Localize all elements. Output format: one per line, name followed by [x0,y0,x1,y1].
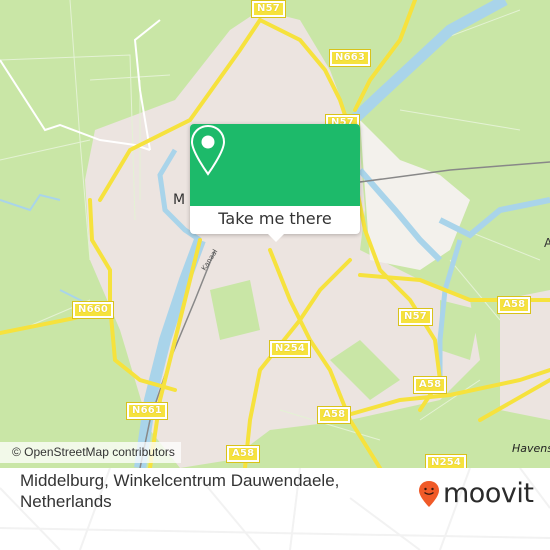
map-attribution[interactable]: © OpenStreetMap contributors [0,442,181,463]
moovit-logo[interactable]: moovit [418,478,534,509]
road-shield-a58: A58 [412,376,448,394]
location-popup: Take me there [190,124,360,242]
road-shield-n661: N661 [125,402,169,420]
road-shield-a58: A58 [496,296,532,314]
road-shield-a58: A58 [316,406,352,424]
urban-east [360,120,470,270]
take-me-there-button[interactable]: Take me there [190,206,360,234]
footer: Middelburg, Winkelcentrum Dauwendaele, N… [0,468,550,550]
map-view[interactable]: N57 N663 N57 N660 N254 N57 A58 A58 N661 … [0,0,550,468]
road-shield-n57: N57 [251,0,286,18]
water-west [0,193,61,212]
moovit-smiley-pin-icon [419,480,439,507]
road-shield-n57: N57 [398,308,433,326]
location-title: Middelburg, Winkelcentrum Dauwendaele, N… [20,471,340,511]
city-label-middelburg: M [173,192,186,208]
place-label-east: A [544,236,550,250]
popup-pointer [268,234,284,242]
moovit-wordmark: moovit [443,478,534,509]
place-label-havens: Havens [512,442,550,455]
road-shield-n254: N254 [424,454,468,468]
road-shield-n254: N254 [268,340,312,358]
road-shield-n660: N660 [71,301,115,319]
popup-header [190,124,360,206]
location-pin-icon [190,124,226,176]
road-shield-a58: A58 [225,445,261,463]
road-shield-n663: N663 [328,49,372,67]
